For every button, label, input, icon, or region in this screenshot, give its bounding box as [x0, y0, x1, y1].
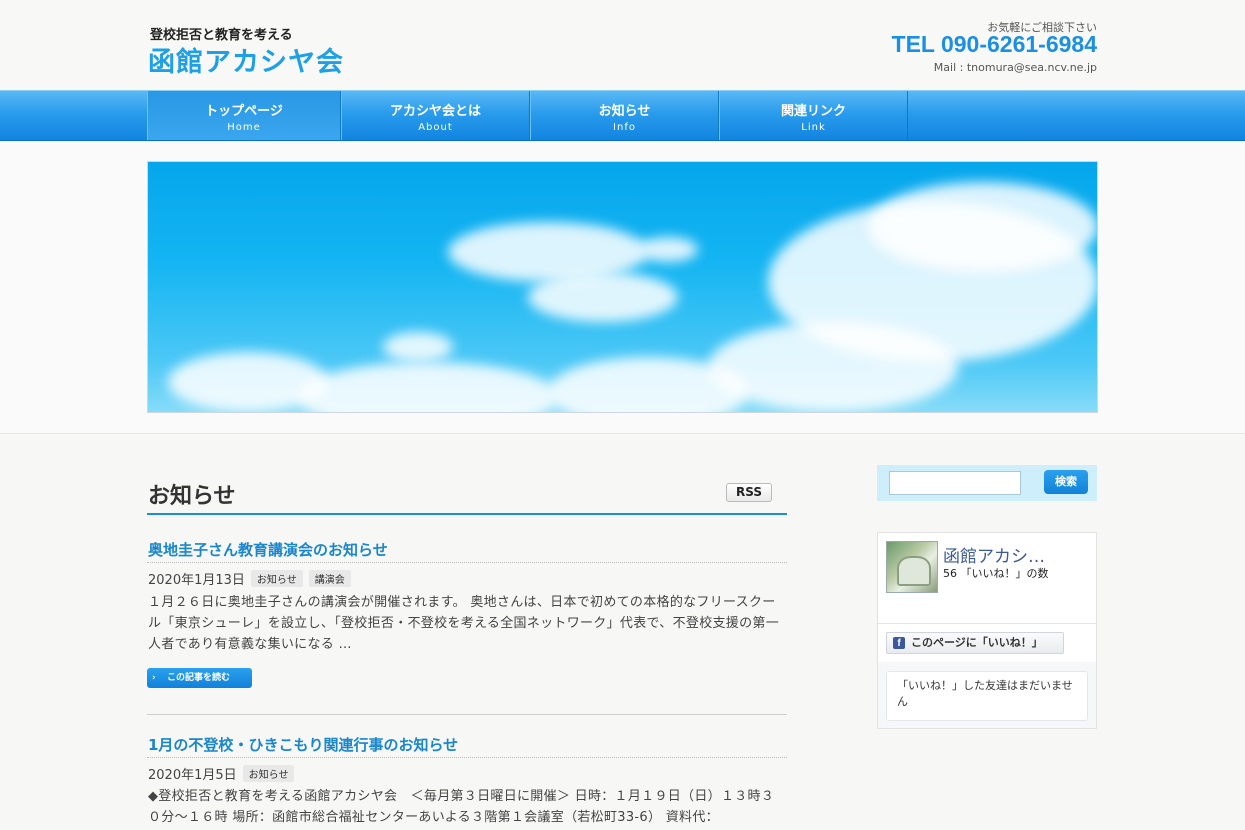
- chevron-right-icon: ›: [152, 673, 156, 683]
- facebook-page-thumbnail[interactable]: [886, 541, 938, 593]
- search-input[interactable]: [889, 471, 1021, 495]
- facebook-friends-note: 「いいね！」した友達はまだいません: [886, 671, 1088, 721]
- nav-sublabel: Info: [613, 122, 636, 133]
- post-title-rule: [147, 757, 787, 758]
- global-nav: トップページ Home アカシヤ会とは About お知らせ Info 関連リン…: [0, 90, 1245, 141]
- post-meta: 2020年1月13日 お知らせ 講演会: [148, 569, 351, 588]
- post-title-link[interactable]: 奥地圭子さん教育講演会のお知らせ: [148, 539, 388, 560]
- divider: [878, 623, 1096, 624]
- search-button[interactable]: 検索: [1044, 470, 1088, 494]
- facebook-friends-area: 「いいね！」した友達はまだいません: [878, 662, 1096, 728]
- nav-sublabel: About: [418, 122, 453, 133]
- facebook-like-count: 56 「いいね！」の数: [943, 567, 1049, 580]
- post-date: 2020年1月13日: [148, 573, 245, 588]
- post-title-rule: [147, 562, 787, 563]
- facebook-icon: f: [893, 637, 905, 649]
- nav-item-link[interactable]: 関連リンク Link: [719, 91, 908, 140]
- category-tag[interactable]: お知らせ: [250, 570, 303, 587]
- post-date: 2020年1月5日: [148, 768, 237, 783]
- section-divider: [147, 513, 787, 515]
- category-tag[interactable]: 講演会: [308, 570, 351, 587]
- site-title-link[interactable]: 函館アカシヤ会: [148, 40, 344, 79]
- facebook-page-widget: 函館アカシ… 56 「いいね！」の数 f このページに「いいね！」 「いいね！」…: [877, 532, 1097, 729]
- nav-item-about[interactable]: アカシヤ会とは About: [341, 91, 530, 140]
- section-title: お知らせ: [148, 484, 236, 509]
- rss-button[interactable]: RSS: [726, 483, 772, 502]
- hero-section: [0, 141, 1245, 434]
- nav-label: トップページ: [205, 104, 283, 119]
- hero-sky-image: [147, 161, 1098, 413]
- post-excerpt: ◆登校拒否と教育を考える函館アカシヤ会 ＜毎月第３日曜日に開催＞ 日時：１月１９…: [148, 789, 775, 825]
- facebook-page-name[interactable]: 函館アカシ…: [943, 542, 1045, 567]
- nav-label: アカシヤ会とは: [389, 104, 481, 119]
- site-header: 登校拒否と教育を考える 函館アカシヤ会 お気軽にご相談下さい TEL 090-6…: [0, 0, 1245, 90]
- nav-item-info[interactable]: お知らせ Info: [530, 91, 719, 140]
- read-more-label: この記事を読む: [167, 673, 231, 683]
- nav-item-home[interactable]: トップページ Home: [147, 91, 341, 140]
- post-title-link[interactable]: 1月の不登校・ひきこもり関連行事のお知らせ: [148, 734, 458, 755]
- category-tag[interactable]: お知らせ: [242, 765, 295, 782]
- post-meta: 2020年1月5日 お知らせ: [148, 764, 295, 783]
- search-widget: 検索: [877, 465, 1097, 501]
- facebook-like-label: このページに「いいね！」: [911, 636, 1043, 649]
- read-more-button[interactable]: › この記事を読む: [147, 668, 252, 688]
- facebook-like-button[interactable]: f このページに「いいね！」: [886, 632, 1064, 654]
- nav-sublabel: Link: [801, 122, 826, 133]
- nav-sublabel: Home: [227, 122, 261, 133]
- email-address: Mail : tnomura@sea.ncv.ne.jp: [933, 61, 1097, 74]
- post-excerpt: １月２６日に奥地圭子さんの講演会が開催されます。 奥地さんは、日本で初めての本格…: [148, 595, 779, 652]
- post-separator: [147, 714, 787, 715]
- phone-number: TEL 090-6261-6984: [891, 31, 1097, 57]
- nav-label: 関連リンク: [780, 104, 846, 119]
- nav-label: お知らせ: [598, 104, 651, 119]
